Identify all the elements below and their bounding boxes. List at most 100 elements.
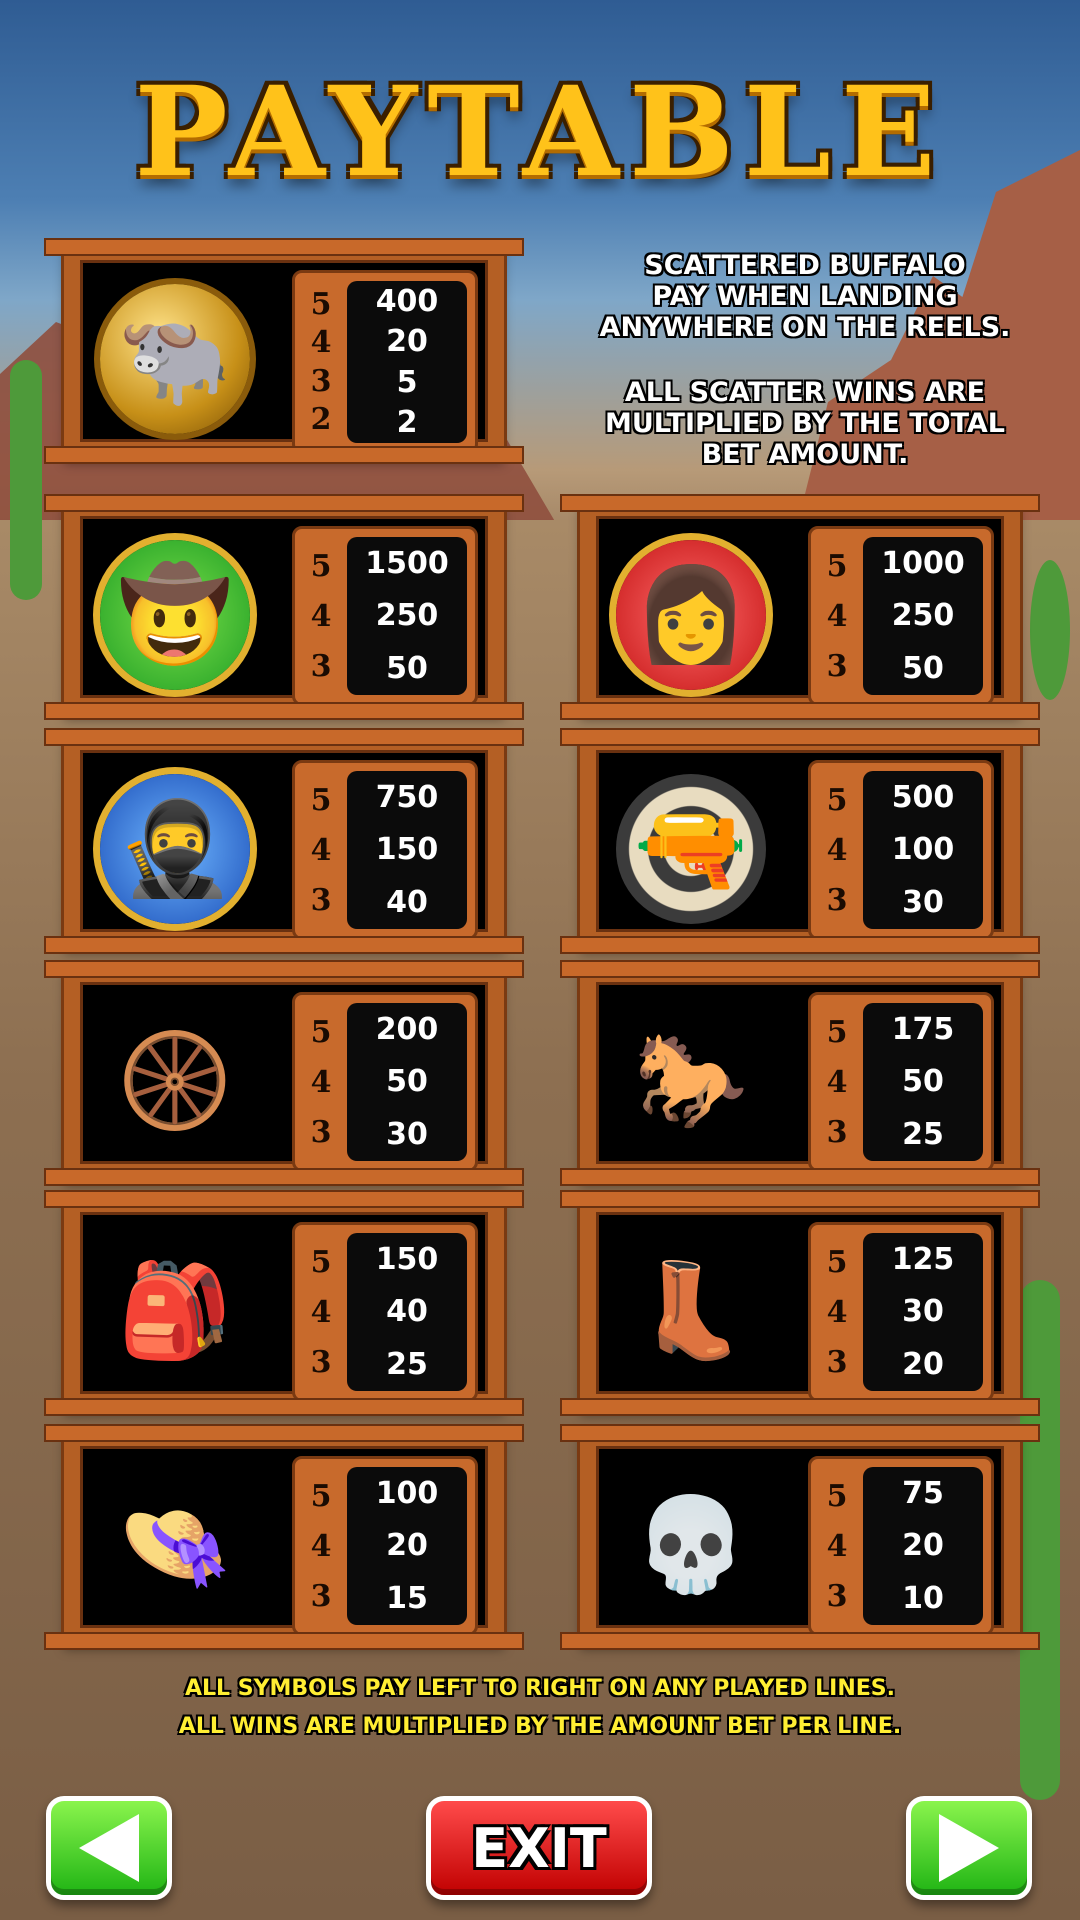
symbol-counts: 5 4 3 <box>819 1471 855 1621</box>
previous-page-button[interactable] <box>46 1796 172 1900</box>
scatter-line: MULTIPLIED BY THE TOTAL <box>605 408 1005 439</box>
paytable-card-revolver: 🔫 5 4 3 500 100 30 <box>560 728 1040 954</box>
payout-value: 200 <box>375 1011 439 1047</box>
payout-panel: 5 4 3 2 400 20 5 2 <box>292 270 478 454</box>
count-label: 3 <box>826 648 848 684</box>
count-label: 3 <box>826 1344 848 1380</box>
paytable-card-hat: 👒 5 4 3 100 20 15 <box>44 1424 524 1650</box>
count-label: 2 <box>310 402 332 438</box>
payout-value: 5 <box>396 364 418 400</box>
payout-value: 50 <box>386 1064 428 1100</box>
paytable-card-cowgirl: 👩 5 4 3 1000 250 50 <box>560 494 1040 720</box>
count-label: 3 <box>310 1578 332 1614</box>
payout-panel: 5 4 3 1500 250 50 <box>292 526 478 706</box>
count-label: 5 <box>826 1478 848 1514</box>
paytable-card-cowboy: 🤠 5 4 3 1500 250 50 <box>44 494 524 720</box>
payout-value: 50 <box>902 1064 944 1100</box>
symbol-counts: 5 4 3 <box>303 1471 339 1621</box>
count-label: 5 <box>310 1244 332 1280</box>
payout-values: 75 20 10 <box>863 1467 983 1625</box>
scatter-line: SCATTERED BUFFALO <box>644 250 966 281</box>
next-page-button[interactable] <box>906 1796 1032 1900</box>
count-label: 3 <box>310 1344 332 1380</box>
cowboy-boots-icon: 👢 <box>633 1257 749 1364</box>
symbol-counts: 5 4 3 <box>819 1007 855 1157</box>
payout-value: 20 <box>902 1347 944 1383</box>
count-label: 5 <box>310 1478 332 1514</box>
buffalo-coin-icon: 🐃 <box>100 284 250 434</box>
exit-button-label: EXIT <box>471 1816 607 1880</box>
payout-value: 1000 <box>881 545 965 581</box>
symbol-counts: 5 4 3 <box>819 1237 855 1387</box>
count-label: 3 <box>826 1114 848 1150</box>
scatter-line-spacer <box>560 343 1050 377</box>
count-label: 4 <box>826 1064 848 1100</box>
paytable-card-bandit: 🥷 5 4 3 750 150 40 <box>44 728 524 954</box>
paytable-card-boots: 👢 5 4 3 125 30 20 <box>560 1190 1040 1416</box>
left-arrow-icon <box>79 1814 139 1882</box>
count-label: 3 <box>826 1578 848 1614</box>
payout-value: 100 <box>375 1475 439 1511</box>
payout-value: 10 <box>902 1581 944 1617</box>
payout-values: 750 150 40 <box>347 771 467 929</box>
scatter-line: ALL SCATTER WINS ARE <box>624 377 986 408</box>
count-label: 3 <box>310 363 332 399</box>
payout-values: 200 50 30 <box>347 1003 467 1161</box>
count-label: 5 <box>310 782 332 818</box>
payout-value: 15 <box>386 1581 428 1617</box>
cowgirl-portrait-icon: 👩 <box>616 540 766 690</box>
payout-value: 40 <box>386 1294 428 1330</box>
cowboy-portrait-icon: 🤠 <box>100 540 250 690</box>
count-label: 4 <box>310 1528 332 1564</box>
count-label: 4 <box>826 598 848 634</box>
count-label: 4 <box>310 1064 332 1100</box>
paytable-title: PAYTABLE <box>134 60 946 205</box>
covered-wagon-icon: 🛞 <box>117 1027 233 1134</box>
paytable-rules: ALL SYMBOLS PAY LEFT TO RIGHT ON ANY PLA… <box>0 1670 1080 1746</box>
payout-panel: 5 4 3 200 50 30 <box>292 992 478 1172</box>
count-label: 5 <box>310 1014 332 1050</box>
scatter-line: PAY WHEN LANDING <box>652 281 958 312</box>
payout-value: 750 <box>375 779 439 815</box>
payout-value: 50 <box>902 651 944 687</box>
revolver-target-icon: 🔫 <box>616 774 766 924</box>
payout-value: 75 <box>902 1475 944 1511</box>
payout-value: 50 <box>386 651 428 687</box>
saddle-icon: 🐎 <box>633 1027 749 1134</box>
payout-panel: 5 4 3 750 150 40 <box>292 760 478 940</box>
rules-line: ALL WINS ARE MULTIPLIED BY THE AMOUNT BE… <box>178 1714 902 1739</box>
count-label: 3 <box>310 648 332 684</box>
payout-value: 400 <box>375 283 439 319</box>
payout-value: 30 <box>902 885 944 921</box>
count-label: 5 <box>826 782 848 818</box>
scatter-line: BET AMOUNT. <box>701 439 909 470</box>
payout-value: 20 <box>386 324 428 360</box>
symbol-counts: 5 4 3 <box>303 775 339 925</box>
payout-values: 125 30 20 <box>863 1233 983 1391</box>
count-label: 4 <box>310 1294 332 1330</box>
count-label: 4 <box>310 325 332 361</box>
scatter-info-text: SCATTERED BUFFALO PAY WHEN LANDING ANYWH… <box>560 250 1050 470</box>
symbol-counts: 5 4 3 <box>819 541 855 691</box>
payout-values: 400 20 5 2 <box>347 281 467 443</box>
payout-value: 150 <box>375 1241 439 1277</box>
count-label: 3 <box>826 882 848 918</box>
exit-button[interactable]: EXIT <box>426 1796 652 1900</box>
count-label: 4 <box>826 1294 848 1330</box>
paytable-card-buffalo: 🐃 5 4 3 2 400 20 5 2 <box>44 238 524 464</box>
payout-panel: 5 4 3 150 40 25 <box>292 1222 478 1402</box>
payout-panel: 5 4 3 125 30 20 <box>808 1222 994 1402</box>
payout-values: 500 100 30 <box>863 771 983 929</box>
count-label: 5 <box>310 286 332 322</box>
paytable-card-wagon: 🛞 5 4 3 200 50 30 <box>44 960 524 1186</box>
symbol-counts: 5 4 3 <box>303 1237 339 1387</box>
payout-panel: 5 4 3 100 20 15 <box>292 1456 478 1636</box>
cowboy-hat-icon: 👒 <box>117 1491 233 1598</box>
payout-values: 175 50 25 <box>863 1003 983 1161</box>
payout-panel: 5 4 3 175 50 25 <box>808 992 994 1172</box>
payout-value: 25 <box>902 1117 944 1153</box>
payout-values: 1000 250 50 <box>863 537 983 695</box>
symbol-counts: 5 4 3 <box>303 1007 339 1157</box>
count-label: 5 <box>826 1014 848 1050</box>
payout-value: 25 <box>386 1347 428 1383</box>
